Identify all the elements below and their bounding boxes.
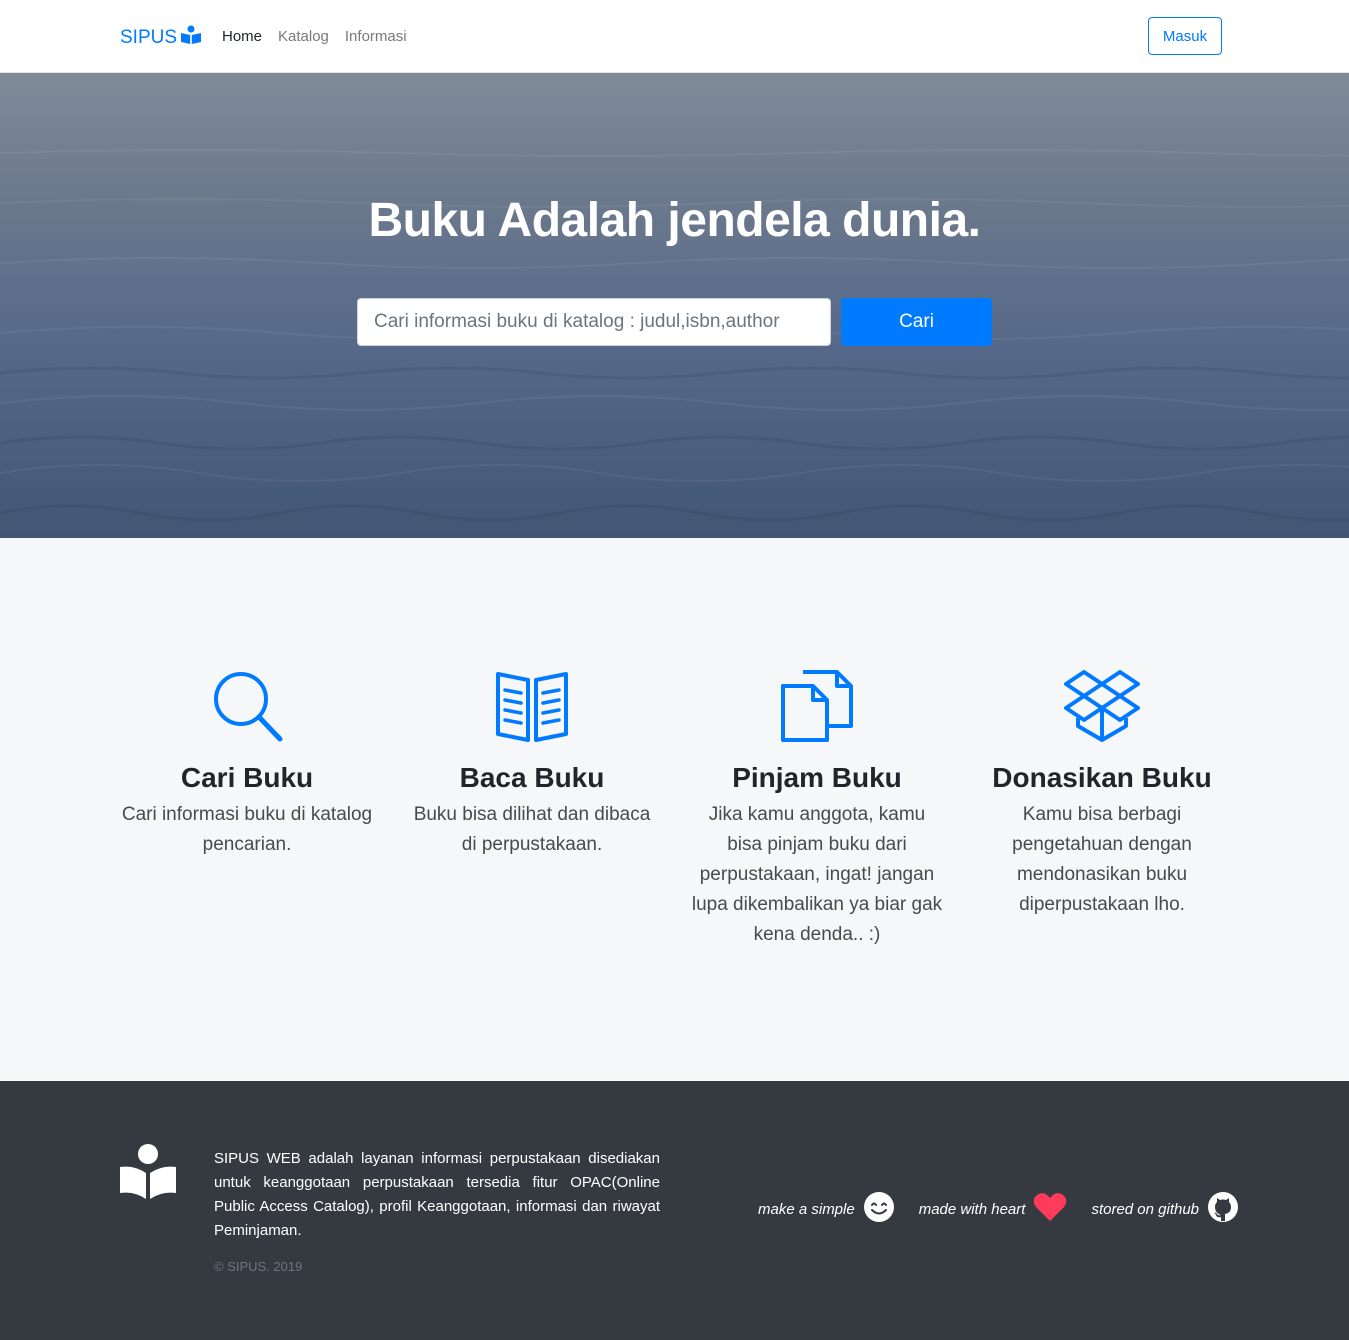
brand-name: SIPUS <box>120 27 178 48</box>
feature-title: Pinjam Buku <box>732 762 902 793</box>
feature-desc: Buku bisa dilihat dan dibaca di perpusta… <box>413 804 651 855</box>
feature-baca-buku: Baca Buku Buku bisa dilihat dan dibaca d… <box>397 668 667 860</box>
documents-icon <box>781 670 853 742</box>
heart-icon <box>1033 1192 1067 1226</box>
footer-link-label: make a simple <box>758 1200 855 1218</box>
nav-link-katalog[interactable]: Katalog <box>278 28 329 45</box>
search-input[interactable] <box>357 298 831 346</box>
brand-link[interactable]: SIPUS <box>120 25 202 51</box>
nav-link-informasi[interactable]: Informasi <box>345 28 407 45</box>
footer-link-simple: make a simple <box>758 1191 895 1227</box>
search-icon <box>214 672 283 742</box>
footer-link-label: stored on github <box>1091 1200 1200 1218</box>
github-icon <box>1207 1191 1239 1227</box>
feature-pinjam-buku: Pinjam Buku Jika kamu anggota, kamu bisa… <box>682 668 952 950</box>
nav-link-home[interactable]: Home <box>222 28 262 45</box>
feature-title: Donasikan Buku <box>992 762 1212 793</box>
navbar: SIPUS Home Katalog Informasi Masuk <box>0 0 1349 73</box>
footer: SIPUS WEB adalah layanan informasi perpu… <box>0 1081 1349 1340</box>
reading-person-icon <box>180 25 202 51</box>
smile-icon <box>863 1191 895 1227</box>
copyright: © SIPUS. 2019 <box>214 1259 303 1274</box>
feature-cari-buku: Cari Buku Cari informasi buku di katalog… <box>112 668 382 860</box>
dropbox-icon <box>1064 670 1140 742</box>
open-book-icon <box>496 672 568 742</box>
footer-link-github: stored on github <box>1091 1191 1239 1227</box>
feature-desc: Kamu bisa berbagi pengetahuan dengan men… <box>1012 804 1192 915</box>
feature-title: Baca Buku <box>459 762 605 793</box>
hero-title: Buku Adalah jendela dunia. <box>368 194 981 247</box>
reading-person-icon <box>118 1143 178 1206</box>
hero-section: Buku Adalah jendela dunia. Cari <box>0 73 1349 538</box>
footer-link-heart: made with heart <box>919 1192 1068 1226</box>
feature-desc: Cari informasi buku di katalog pencarian… <box>121 804 373 855</box>
footer-about: SIPUS WEB adalah layanan informasi perpu… <box>214 1150 660 1239</box>
feature-title: Cari Buku <box>180 762 314 793</box>
footer-links: make a simple made with heart stored on … <box>758 1191 1263 1227</box>
feature-donasikan-buku: Donasikan Buku Kamu bisa berbagi pengeta… <box>967 668 1237 920</box>
features-section: Cari Buku Cari informasi buku di katalog… <box>0 538 1349 1081</box>
search-button[interactable]: Cari <box>841 298 992 346</box>
login-button[interactable]: Masuk <box>1148 17 1222 55</box>
feature-desc: Jika kamu anggota, kamu bisa pinjam buku… <box>691 804 943 945</box>
footer-link-label: made with heart <box>918 1200 1026 1218</box>
nav-links: Home Katalog Informasi <box>222 28 423 45</box>
